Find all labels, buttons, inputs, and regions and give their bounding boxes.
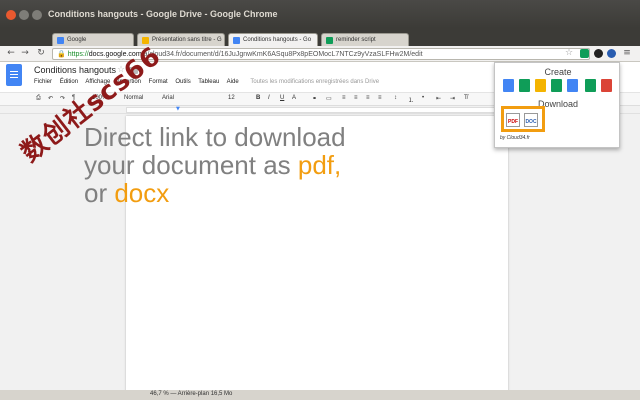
forms-icon[interactable]	[551, 79, 562, 92]
overlay-highlight: pdf,	[297, 150, 342, 180]
overlay-line-1: Direct link to download	[84, 122, 346, 152]
increase-indent-icon[interactable]: ⇥	[450, 95, 455, 102]
menu-edit[interactable]: Édition	[60, 79, 78, 85]
align-center-icon[interactable]: ≡	[354, 95, 358, 101]
tab-google[interactable]: Google	[52, 33, 134, 46]
extension-icon[interactable]	[594, 49, 603, 58]
create-heading: Create	[544, 67, 572, 77]
align-left-icon[interactable]: ≡	[342, 95, 346, 101]
popup-credit: by Cloud34.fr	[500, 135, 530, 141]
font-select[interactable]: Arial	[162, 95, 174, 101]
menu-format[interactable]: Format	[149, 79, 168, 85]
underline-icon[interactable]: U	[280, 95, 284, 101]
numbered-list-icon[interactable]: ⒈	[408, 95, 414, 104]
url-scheme: https://	[67, 51, 89, 58]
docs-logo-icon[interactable]	[6, 64, 22, 86]
promo-overlay-text: Direct link to download your document as…	[84, 123, 346, 207]
download-highlight-box: PDF DOC	[501, 106, 545, 132]
tab-label: Google	[67, 37, 87, 43]
ruler-track	[126, 107, 508, 113]
url-path: /a/cloud34.fr/document/d/16JuJgnwKmK6ASq…	[141, 51, 423, 58]
font-size-select[interactable]: 12	[228, 95, 235, 101]
text-color-icon[interactable]: A	[292, 95, 296, 101]
status-bar: 46,7 % — Arrière-plan 16,5 Mo	[0, 390, 640, 400]
bulleted-list-icon[interactable]: •	[422, 95, 424, 101]
sites-icon[interactable]	[585, 79, 596, 92]
link-icon[interactable]: ⚭	[312, 95, 317, 102]
google-favicon	[57, 37, 64, 44]
download-docx-button[interactable]: DOC	[524, 113, 538, 127]
back-icon[interactable]: ←	[6, 48, 16, 58]
browser-window: Conditions hangouts - Google Drive - Goo…	[0, 0, 640, 400]
scripts-icon[interactable]	[601, 79, 612, 92]
overlay-text: or	[84, 178, 115, 208]
sheets-icon[interactable]	[519, 79, 530, 92]
sheets-favicon	[326, 37, 333, 44]
drawings-icon[interactable]	[567, 79, 578, 92]
indent-marker-icon[interactable]: ▼	[176, 106, 180, 112]
menu-file[interactable]: Fichier	[34, 79, 52, 85]
title-bar: Conditions hangouts - Google Drive - Goo…	[0, 0, 640, 28]
cloud34-extension-icon[interactable]	[607, 49, 616, 58]
tab-label: reminder script	[336, 37, 376, 43]
cloud34-popup: Create Download PDF DOC by Cloud34.fr	[494, 62, 620, 148]
italic-icon[interactable]: I	[268, 95, 270, 101]
close-window-button[interactable]	[6, 10, 16, 20]
maximize-window-button[interactable]	[32, 10, 42, 20]
bookmark-star-icon[interactable]: ☆	[564, 48, 574, 58]
menu-icon[interactable]: ≡	[622, 48, 632, 58]
lock-icon: 🔒	[57, 51, 66, 58]
minimize-window-button[interactable]	[19, 10, 29, 20]
slides-icon[interactable]	[535, 79, 546, 92]
bold-icon[interactable]: B	[256, 95, 260, 101]
tab-conditions-hangouts[interactable]: Conditions hangouts - Go	[228, 33, 318, 46]
window-title: Conditions hangouts - Google Drive - Goo…	[48, 9, 278, 19]
forward-icon[interactable]: →	[20, 48, 30, 58]
browser-toolbar: ← → ↻ 🔒 https://docs.google.com/a/cloud34…	[0, 46, 640, 62]
tab-label: Conditions hangouts - Go	[243, 37, 312, 43]
comment-icon[interactable]: ▭	[326, 95, 332, 102]
undo-icon[interactable]: ↶	[48, 95, 53, 102]
reload-icon[interactable]: ↻	[36, 48, 46, 58]
tab-reminder-script[interactable]: reminder script	[321, 33, 409, 46]
overlay-line-2: your document as pdf,	[84, 151, 346, 179]
download-pdf-button[interactable]: PDF	[506, 113, 520, 127]
align-right-icon[interactable]: ≡	[366, 95, 370, 101]
tab-label: Présentation sans titre - G	[152, 37, 222, 43]
menu-help[interactable]: Aide	[227, 79, 239, 85]
docs-favicon	[233, 37, 240, 44]
menu-table[interactable]: Tableau	[198, 79, 219, 85]
justify-icon[interactable]: ≡	[378, 95, 382, 101]
menu-tools[interactable]: Outils	[175, 79, 190, 85]
saved-status: Toutes les modifications enregistrées da…	[250, 79, 380, 85]
overlay-line-3: or docx	[84, 179, 346, 207]
extension-icon[interactable]	[580, 49, 589, 58]
clear-formatting-icon[interactable]: T̸	[464, 95, 468, 101]
tab-strip: Google Présentation sans titre - G Condi…	[0, 28, 640, 46]
overlay-highlight: docx	[114, 178, 170, 208]
line-spacing-icon[interactable]: ↕	[394, 95, 397, 101]
print-icon[interactable]: ⎙	[36, 95, 41, 102]
docs-icon[interactable]	[503, 79, 514, 92]
decrease-indent-icon[interactable]: ⇤	[436, 95, 441, 102]
overlay-text: your document as	[84, 150, 298, 180]
